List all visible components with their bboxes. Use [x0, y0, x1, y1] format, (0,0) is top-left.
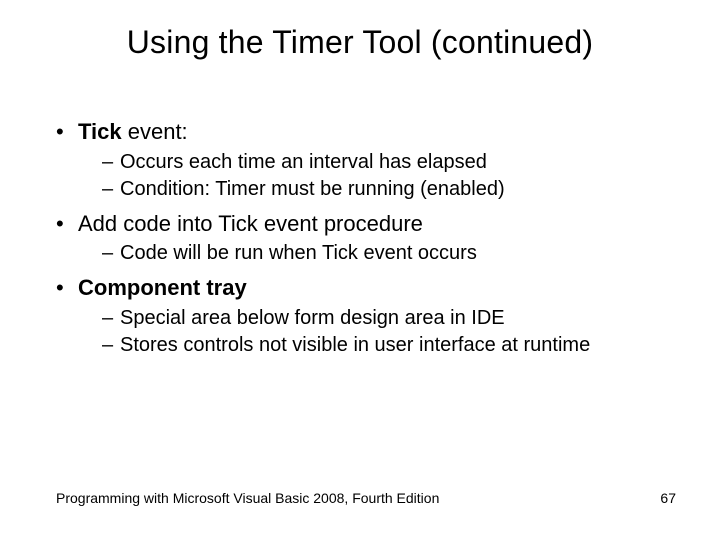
slide-body: Tick event: Occurs each time an interval…	[56, 118, 652, 366]
footer-text: Programming with Microsoft Visual Basic …	[56, 490, 439, 506]
sub-list: Code will be run when Tick event occurs	[78, 241, 652, 266]
sub-item: Special area below form design area in I…	[102, 306, 652, 331]
sub-item: Occurs each time an interval has elapsed	[102, 150, 652, 175]
bullet-add-code-text: Add code into Tick event procedure	[78, 211, 423, 236]
sub-list: Occurs each time an interval has elapsed…	[78, 150, 652, 202]
bullet-add-code: Add code into Tick event procedure Code …	[56, 210, 652, 267]
bullet-component-tray-text: Component tray	[78, 275, 247, 300]
bullet-list: Tick event: Occurs each time an interval…	[56, 118, 652, 358]
sub-item: Stores controls not visible in user inte…	[102, 333, 652, 358]
bullet-component-tray: Component tray Special area below form d…	[56, 274, 652, 358]
slide: Using the Timer Tool (continued) Tick ev…	[0, 0, 720, 540]
sub-item: Code will be run when Tick event occurs	[102, 241, 652, 266]
page-number: 67	[660, 490, 676, 506]
bullet-tick-event-bold: Tick	[78, 119, 122, 144]
bullet-tick-event: Tick event: Occurs each time an interval…	[56, 118, 652, 202]
slide-title: Using the Timer Tool (continued)	[0, 24, 720, 61]
sub-list: Special area below form design area in I…	[78, 306, 652, 358]
bullet-tick-event-rest: event:	[122, 119, 188, 144]
sub-item: Condition: Timer must be running (enable…	[102, 177, 652, 202]
